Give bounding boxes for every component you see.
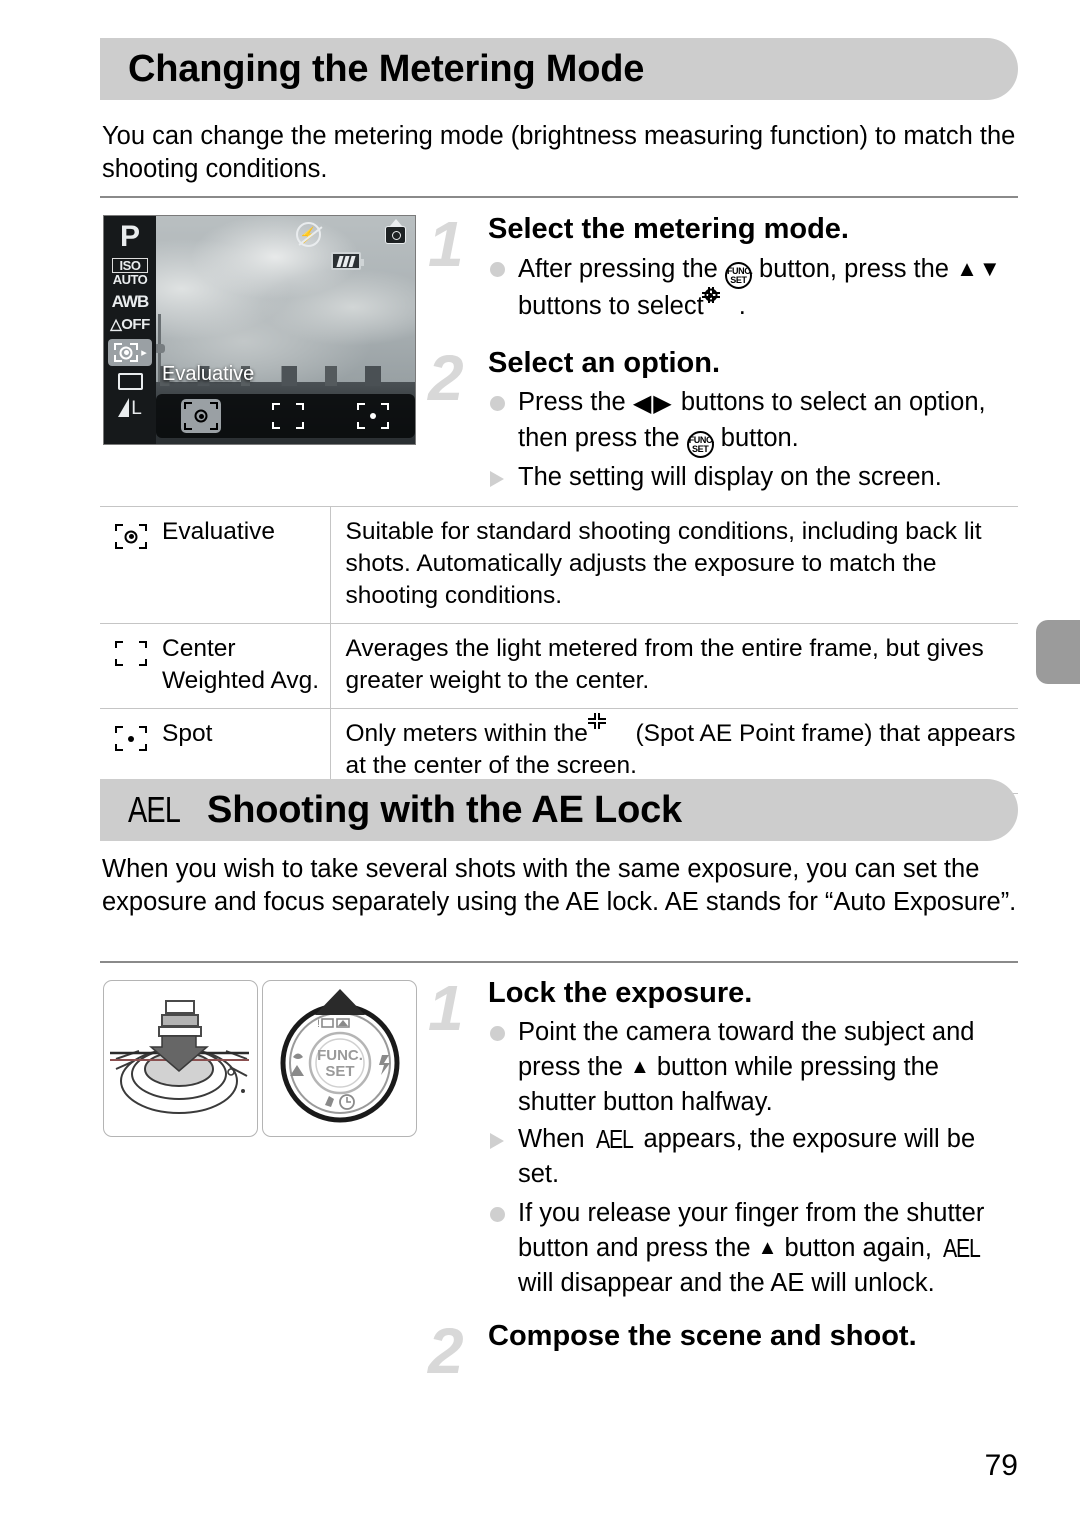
flash-off-icon: ⚡: [296, 222, 321, 247]
lcd-metering-option-bar: [156, 394, 415, 438]
center-weighted-metering-icon: [114, 640, 148, 667]
shooting-mode-indicator: P: [119, 220, 140, 253]
dial-func-label: FUNC.: [317, 1047, 363, 1064]
bullet-text: Press the ◀▶ buttons to select an option…: [518, 388, 986, 458]
step-2-ae-lock: 2 Compose the scene and shoot.: [428, 1319, 1020, 1383]
step-1-ae-lock: 1 Lock the exposure. Point the camera to…: [428, 976, 1020, 1301]
metering-mode-indicator-selected: ▸: [108, 339, 152, 366]
manual-page: Changing the Metering Mode You can chang…: [0, 0, 1080, 1521]
up-button-icon: ▲: [629, 1056, 650, 1078]
step-number: 1: [428, 972, 464, 1044]
battery-icon: [331, 252, 364, 270]
row-description: Averages the light metered from the enti…: [329, 623, 1018, 709]
up-down-buttons-icon: ▲▼: [956, 256, 1002, 281]
bullet-dot-icon: [490, 1207, 505, 1222]
ael-badge-icon: AEL: [128, 789, 181, 830]
bullet-item: Point the camera toward the subject and …: [488, 1015, 1020, 1120]
camera-shake-icon: [384, 219, 407, 244]
table-row: Evaluative Suitable for standard shootin…: [100, 506, 1018, 624]
control-dial-illustration: FUNC. SET !: [280, 989, 400, 1123]
control-dial-diagram: FUNC. SET !: [262, 980, 417, 1137]
chapter-side-tab: [1036, 620, 1080, 684]
dial-set-label: SET: [325, 1063, 354, 1080]
left-right-buttons-icon: ◀▶: [632, 390, 674, 417]
bullet-text: Point the camera toward the subject and …: [518, 1018, 975, 1116]
divider-ae-lock: [100, 961, 1018, 963]
step-number: 1: [428, 208, 464, 280]
aspect-ratio-indicator: [117, 373, 143, 390]
image-quality-indicator: L: [118, 398, 142, 418]
bullet-item: Press the ◀▶ buttons to select an option…: [488, 385, 1018, 458]
up-button-highlight-arrow: [315, 989, 365, 1015]
step-1-metering: 1 Select the metering mode. After pressi…: [428, 212, 1018, 324]
bullet-text: After pressing the FUNC. SET button, pres…: [518, 255, 1002, 320]
section-title-metering: Changing the Metering Mode: [128, 47, 645, 90]
spot-metering-icon: [114, 725, 148, 752]
steps-metering: 1 Select the metering mode. After pressi…: [428, 212, 1018, 497]
bullet-dot-icon: [490, 1026, 505, 1041]
func-set-icon: FUNC. SET: [724, 262, 753, 289]
row-icon-cell: [100, 623, 162, 709]
section-title-ae-lock: Shooting with the AE Lock: [207, 788, 682, 831]
iso-indicator: ISO AUTO: [111, 258, 149, 287]
section-intro-ae-lock: When you wish to take several shots with…: [102, 855, 1017, 916]
bullet-dot-icon: [490, 396, 505, 411]
iso-value: AUTO: [112, 272, 148, 287]
bullet-text: When AEL appears, the exposure will be s…: [518, 1124, 976, 1188]
step-heading: Select the metering mode.: [488, 213, 849, 245]
bullet-triangle-icon: [490, 471, 504, 487]
ael-icon: AEL: [595, 1124, 634, 1154]
lcd-settings-sidebar: P ISO AUTO AWB △OFF ▸ L: [104, 216, 156, 444]
step-2-metering: 2 Select an option. Press the ◀▶ buttons…: [428, 346, 1018, 495]
step-heading: Select an option.: [488, 347, 721, 379]
step-number: 2: [428, 342, 464, 414]
shutter-button-halfpress-diagram: [103, 980, 258, 1137]
lcd-status-icons: ⚡: [156, 219, 415, 276]
section-intro-metering: You can change the metering mode (bright…: [102, 122, 1016, 183]
bullet-item: The setting will display on the screen.: [488, 460, 1018, 495]
row-icon-cell: [100, 506, 162, 624]
row-name: Center Weighted Avg.: [162, 623, 330, 709]
white-balance-indicator: AWB: [111, 292, 150, 311]
bullet-dot-icon: [490, 262, 505, 277]
step-bullets: After pressing the FUNC. SET button, pres…: [488, 251, 1018, 324]
desc-before: Only meters within the: [345, 720, 595, 747]
shutter-button-illustration: [110, 1000, 249, 1114]
ael-icon: AEL: [943, 1233, 981, 1263]
bullet-text: If you release your finger from the shut…: [518, 1199, 985, 1297]
lcd-option-center-weighted[interactable]: [271, 402, 305, 430]
divider-top: [100, 196, 1018, 198]
section-header-metering: Changing the Metering Mode: [100, 38, 1018, 100]
iso-label: ISO: [111, 258, 149, 273]
steps-ae-lock: 1 Lock the exposure. Point the camera to…: [428, 976, 1020, 1383]
bullet-triangle-icon: [490, 1133, 504, 1149]
func-set-icon: FUNC. SET: [686, 431, 715, 458]
section-header-ae-lock: AEL Shooting with the AE Lock: [100, 779, 1018, 841]
bullet-text: The setting will display on the screen.: [518, 463, 942, 491]
step-heading: Compose the scene and shoot.: [488, 1320, 917, 1352]
lcd-option-spot[interactable]: [356, 402, 390, 430]
bullet-item: When AEL appears, the exposure will be s…: [488, 1122, 1020, 1192]
row-name: Evaluative: [162, 506, 330, 624]
bullet-item: After pressing the FUNC. SET button, pres…: [488, 251, 1018, 324]
spot-ae-point-frame-icon: [587, 713, 627, 745]
my-colors-indicator: △OFF: [110, 316, 150, 333]
step-bullets: Point the camera toward the subject and …: [488, 1015, 1020, 1301]
svg-text:!: !: [317, 1018, 320, 1030]
evaluative-metering-icon: [701, 287, 739, 319]
lcd-selected-option-label: Evaluative: [162, 363, 255, 385]
up-button-icon: ▲: [757, 1237, 778, 1259]
evaluative-metering-icon: [114, 523, 148, 550]
lcd-option-evaluative[interactable]: [181, 399, 222, 433]
step-heading: Lock the exposure.: [488, 977, 753, 1009]
table-row: Center Weighted Avg. Averages the light …: [100, 623, 1018, 709]
page-number: 79: [984, 1449, 1018, 1482]
step-number: 2: [428, 1315, 464, 1387]
bullet-item: If you release your finger from the shut…: [488, 1196, 1020, 1301]
metering-modes-table: Evaluative Suitable for standard shootin…: [100, 506, 1018, 794]
step-bullets: Press the ◀▶ buttons to select an option…: [488, 385, 1018, 495]
row-description: Suitable for standard shooting condition…: [329, 506, 1018, 624]
camera-lcd-preview: P ISO AUTO AWB △OFF ▸ L ⚡ Evaluative: [103, 215, 416, 445]
